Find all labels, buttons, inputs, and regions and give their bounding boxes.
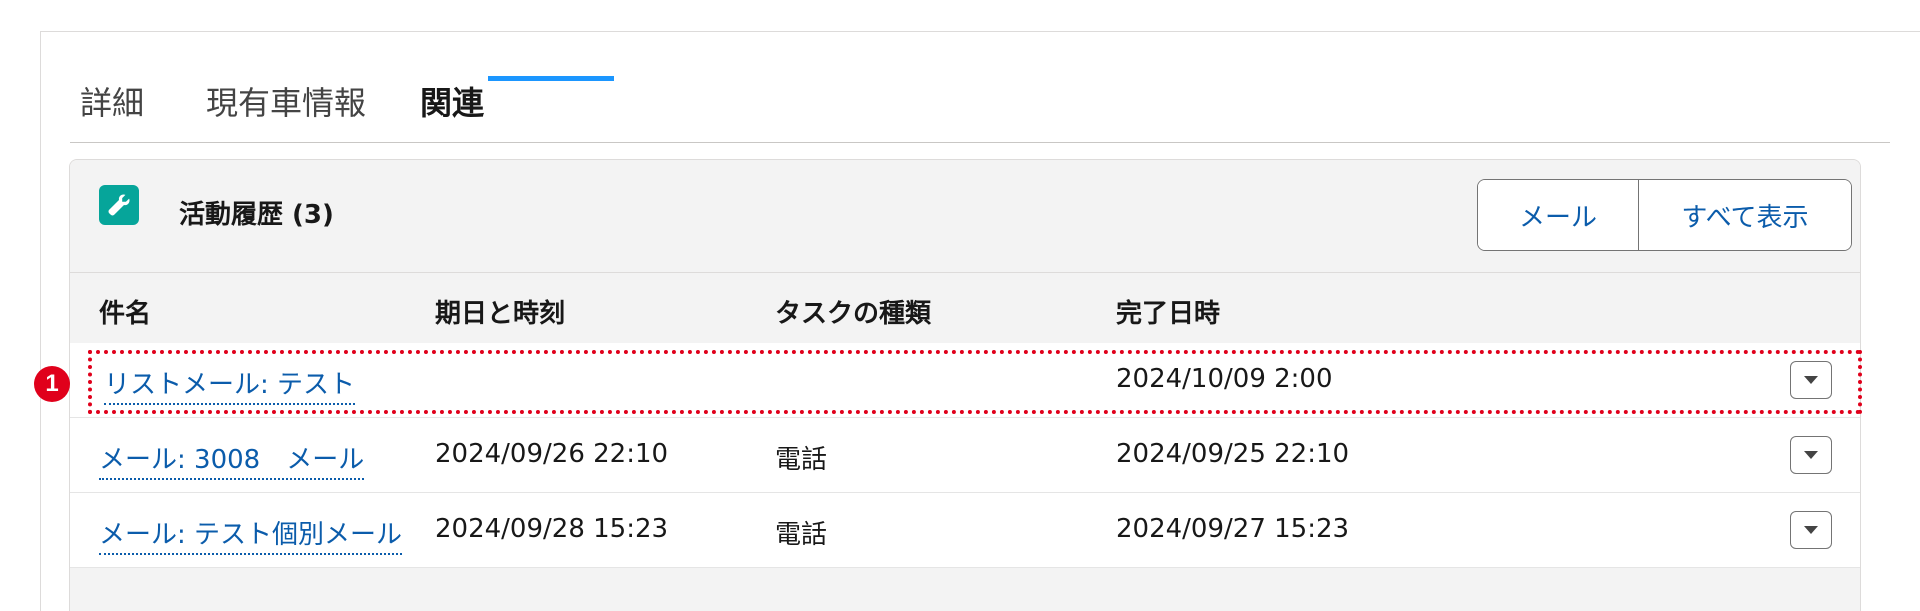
chevron-down-icon bbox=[1804, 451, 1818, 459]
active-tab-indicator bbox=[488, 76, 614, 81]
wrench-icon bbox=[99, 185, 139, 225]
chevron-down-icon bbox=[1804, 526, 1818, 534]
tab-details[interactable]: 詳細 bbox=[80, 78, 144, 124]
row-task-type: 電話 bbox=[775, 445, 828, 475]
mail-button[interactable]: メール bbox=[1478, 180, 1639, 250]
tab-related[interactable]: 関連 bbox=[420, 78, 484, 124]
row-action-menu-button[interactable] bbox=[1790, 361, 1832, 399]
column-completed-datetime[interactable]: 完了日時 bbox=[1116, 293, 1220, 330]
card-button-group: メール すべて表示 bbox=[1477, 179, 1852, 251]
row-action-menu-button[interactable] bbox=[1790, 436, 1832, 474]
column-task-type[interactable]: タスクの種類 bbox=[775, 293, 931, 330]
view-all-button[interactable]: すべて表示 bbox=[1639, 180, 1851, 250]
row-completed: 2024/10/09 2:00 bbox=[1116, 364, 1333, 394]
card-header: 活動履歴 (3) メール すべて表示 bbox=[70, 160, 1860, 272]
tab-current-vehicle[interactable]: 現有車情報 bbox=[206, 78, 366, 124]
row-completed: 2024/09/27 15:23 bbox=[1116, 514, 1350, 544]
card-title: 活動履歴 (3) bbox=[179, 200, 334, 230]
row-action-menu-button[interactable] bbox=[1790, 511, 1832, 549]
column-due-datetime[interactable]: 期日と時刻 bbox=[435, 293, 565, 330]
row-due: 2024/09/26 22:10 bbox=[435, 439, 669, 469]
annotation-marker: 1 bbox=[34, 366, 70, 402]
row-due: 2024/09/28 15:23 bbox=[435, 514, 669, 544]
row-subject-link[interactable]: リストメール: テスト bbox=[104, 364, 356, 405]
column-subject[interactable]: 件名 bbox=[99, 293, 151, 330]
row-task-type: 電話 bbox=[775, 520, 828, 550]
activity-history-card: 活動履歴 (3) メール すべて表示 件名 期日と時刻 タスクの種類 完了日時 … bbox=[69, 159, 1861, 611]
chevron-down-icon bbox=[1804, 376, 1818, 384]
row-subject-link[interactable]: メール: テスト個別メール bbox=[99, 514, 403, 555]
row-completed: 2024/09/25 22:10 bbox=[1116, 439, 1350, 469]
row-subject-link[interactable]: メール: 3008 メール bbox=[99, 439, 365, 480]
table-row: メール: テスト個別メール 2024/09/28 15:23 電話 2024/0… bbox=[70, 493, 1860, 568]
tab-bar: 詳細 現有車情報 関連 bbox=[70, 62, 1890, 143]
table-header: 件名 期日と時刻 タスクの種類 完了日時 bbox=[70, 272, 1860, 344]
table-row: リストメール: テスト 2024/10/09 2:00 bbox=[70, 343, 1860, 418]
table-row: メール: 3008 メール 2024/09/26 22:10 電話 2024/0… bbox=[70, 418, 1860, 493]
